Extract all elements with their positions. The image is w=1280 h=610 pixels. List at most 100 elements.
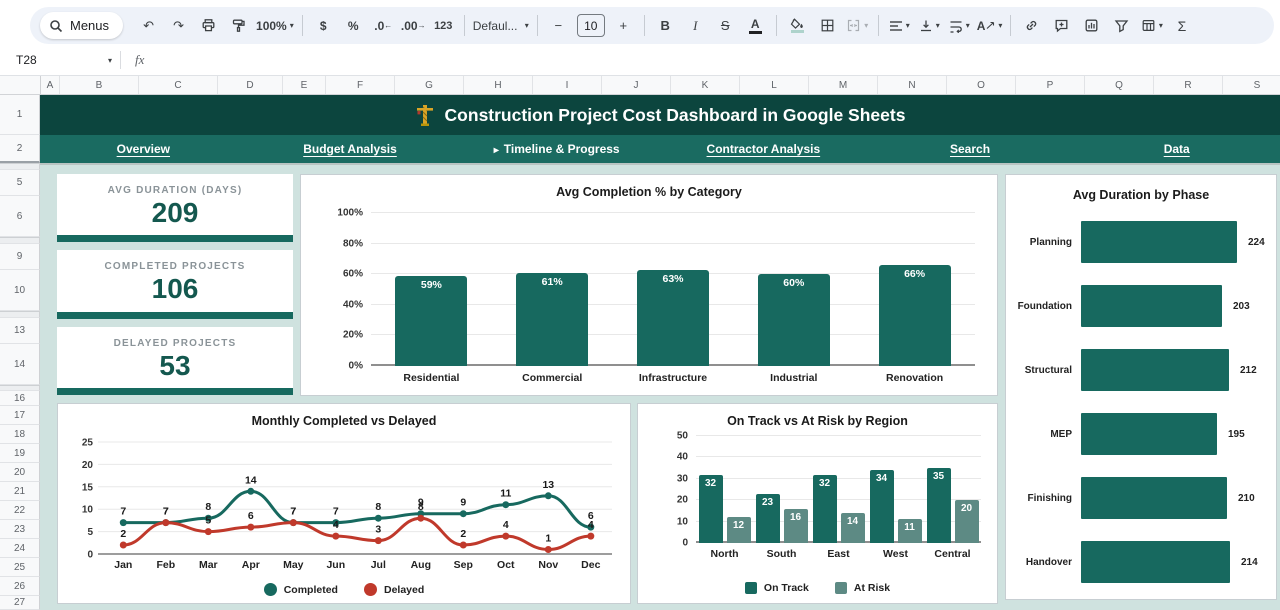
redo-button[interactable]: ↷ bbox=[164, 13, 193, 39]
svg-text:Nov: Nov bbox=[538, 559, 558, 571]
row-header-10[interactable]: 10 bbox=[0, 270, 40, 311]
row-header-collapsed[interactable] bbox=[0, 311, 40, 318]
column-header-L[interactable]: L bbox=[740, 76, 809, 94]
nav-item-contractor-analysis[interactable]: Contractor Analysis bbox=[660, 142, 867, 156]
column-header-B[interactable]: B bbox=[60, 76, 139, 94]
table-views-button[interactable]: ▾ bbox=[1137, 13, 1166, 39]
row-header-5[interactable]: 5 bbox=[0, 170, 40, 196]
row-header-20[interactable]: 20 bbox=[0, 463, 40, 482]
nav-item-overview[interactable]: Overview bbox=[40, 142, 247, 156]
print-button[interactable] bbox=[194, 13, 223, 39]
column-header-I[interactable]: I bbox=[533, 76, 602, 94]
row-header-2[interactable]: 2 bbox=[0, 135, 40, 163]
chart-title: On Track vs At Risk by Region bbox=[638, 414, 997, 428]
chart-legend: CompletedDelayed bbox=[58, 583, 630, 596]
bar-value-label: 224 bbox=[1248, 237, 1265, 248]
font-size-input[interactable]: 10 bbox=[577, 14, 605, 37]
column-header-M[interactable]: M bbox=[809, 76, 878, 94]
paint-format-button[interactable] bbox=[224, 13, 253, 39]
chevron-down-icon: ▾ bbox=[1159, 21, 1163, 30]
nav-item-timeline-progress[interactable]: ▸Timeline & Progress bbox=[453, 142, 660, 156]
merge-cells-button[interactable]: ▾ bbox=[843, 13, 872, 39]
text-wrap-button[interactable]: ▾ bbox=[945, 13, 974, 39]
column-header-P[interactable]: P bbox=[1016, 76, 1085, 94]
formula-input[interactable] bbox=[144, 45, 1280, 75]
row-header-9[interactable]: 9 bbox=[0, 244, 40, 270]
row-header-6[interactable]: 6 bbox=[0, 196, 40, 237]
divider bbox=[537, 15, 538, 36]
column-header-A[interactable]: A bbox=[41, 76, 60, 94]
italic-button[interactable]: I bbox=[681, 13, 710, 39]
format-percent-button[interactable]: % bbox=[339, 13, 368, 39]
column-header-R[interactable]: R bbox=[1154, 76, 1223, 94]
increase-font-button[interactable]: + bbox=[609, 13, 638, 39]
row-header-collapsed[interactable] bbox=[0, 237, 40, 244]
chart-title: Monthly Completed vs Delayed bbox=[58, 414, 630, 428]
phase-label: Planning bbox=[1010, 237, 1081, 248]
text-rotation-button[interactable]: A ▾ bbox=[975, 13, 1005, 39]
row-header-24[interactable]: 24 bbox=[0, 539, 40, 558]
column-header-K[interactable]: K bbox=[671, 76, 740, 94]
toolbar-pill: Menus ↶ ↷ 100%▾ $ % .0← .00→ 123 Defaul.… bbox=[30, 7, 1274, 44]
zoom-select[interactable]: 100%▾ bbox=[254, 13, 296, 39]
row-header-25[interactable]: 25 bbox=[0, 558, 40, 577]
create-filter-button[interactable] bbox=[1107, 13, 1136, 39]
strikethrough-button[interactable]: S bbox=[711, 13, 740, 39]
row-header-21[interactable]: 21 bbox=[0, 482, 40, 501]
column-header-F[interactable]: F bbox=[326, 76, 395, 94]
functions-button[interactable]: Σ bbox=[1167, 13, 1196, 39]
row-header-1[interactable]: 1 bbox=[0, 95, 40, 135]
svg-text:10: 10 bbox=[82, 505, 94, 516]
bar-handover bbox=[1081, 541, 1230, 583]
nav-item-search[interactable]: Search bbox=[867, 142, 1074, 156]
column-header-E[interactable]: E bbox=[283, 76, 326, 94]
svg-text:Aug: Aug bbox=[411, 559, 431, 571]
row-header-13[interactable]: 13 bbox=[0, 318, 40, 344]
row-header-16[interactable]: 16 bbox=[0, 391, 40, 406]
row-header-18[interactable]: 18 bbox=[0, 425, 40, 444]
row-header-23[interactable]: 23 bbox=[0, 520, 40, 539]
column-header-S[interactable]: S bbox=[1223, 76, 1280, 94]
font-select[interactable]: Defaul...▾ bbox=[471, 13, 531, 39]
insert-chart-button[interactable] bbox=[1077, 13, 1106, 39]
row-header-19[interactable]: 19 bbox=[0, 444, 40, 463]
dashboard-title-bar: Construction Project Cost Dashboard in G… bbox=[40, 95, 1280, 135]
row-header-17[interactable]: 17 bbox=[0, 406, 40, 425]
menus-search[interactable]: Menus bbox=[40, 12, 123, 39]
increase-decimal-button[interactable]: .00→ bbox=[399, 13, 428, 39]
vertical-align-icon bbox=[919, 19, 933, 33]
nav-item-data[interactable]: Data bbox=[1073, 142, 1280, 156]
borders-button[interactable] bbox=[813, 13, 842, 39]
undo-button[interactable]: ↶ bbox=[134, 13, 163, 39]
bold-button[interactable]: B bbox=[651, 13, 680, 39]
row-header-14[interactable]: 14 bbox=[0, 344, 40, 385]
more-formats-button[interactable]: 123 bbox=[429, 13, 458, 39]
svg-text:6: 6 bbox=[248, 510, 254, 522]
column-header-G[interactable]: G bbox=[395, 76, 464, 94]
column-header-N[interactable]: N bbox=[878, 76, 947, 94]
fill-color-button[interactable] bbox=[783, 13, 812, 39]
column-header-D[interactable]: D bbox=[218, 76, 283, 94]
select-all-corner[interactable] bbox=[0, 76, 41, 94]
insert-comment-button[interactable] bbox=[1047, 13, 1076, 39]
column-header-H[interactable]: H bbox=[464, 76, 533, 94]
name-box[interactable]: T28 ▾ bbox=[0, 53, 112, 67]
row-header-22[interactable]: 22 bbox=[0, 501, 40, 520]
format-currency-button[interactable]: $ bbox=[309, 13, 338, 39]
column-header-J[interactable]: J bbox=[602, 76, 671, 94]
row-header-26[interactable]: 26 bbox=[0, 577, 40, 596]
decrease-font-button[interactable]: − bbox=[544, 13, 573, 39]
column-header-Q[interactable]: Q bbox=[1085, 76, 1154, 94]
column-header-O[interactable]: O bbox=[947, 76, 1016, 94]
row-header-collapsed[interactable] bbox=[0, 163, 40, 170]
legend-label: Completed bbox=[284, 584, 338, 596]
horizontal-align-button[interactable]: ▾ bbox=[885, 13, 914, 39]
decrease-decimal-button[interactable]: .0← bbox=[369, 13, 398, 39]
bar-at-risk-central: 20 bbox=[955, 500, 979, 543]
insert-link-button[interactable] bbox=[1017, 13, 1046, 39]
nav-item-budget-analysis[interactable]: Budget Analysis bbox=[247, 142, 454, 156]
vertical-align-button[interactable]: ▾ bbox=[915, 13, 944, 39]
text-color-button[interactable]: A bbox=[741, 13, 770, 39]
column-header-C[interactable]: C bbox=[139, 76, 218, 94]
zoom-value: 100% bbox=[256, 19, 287, 33]
